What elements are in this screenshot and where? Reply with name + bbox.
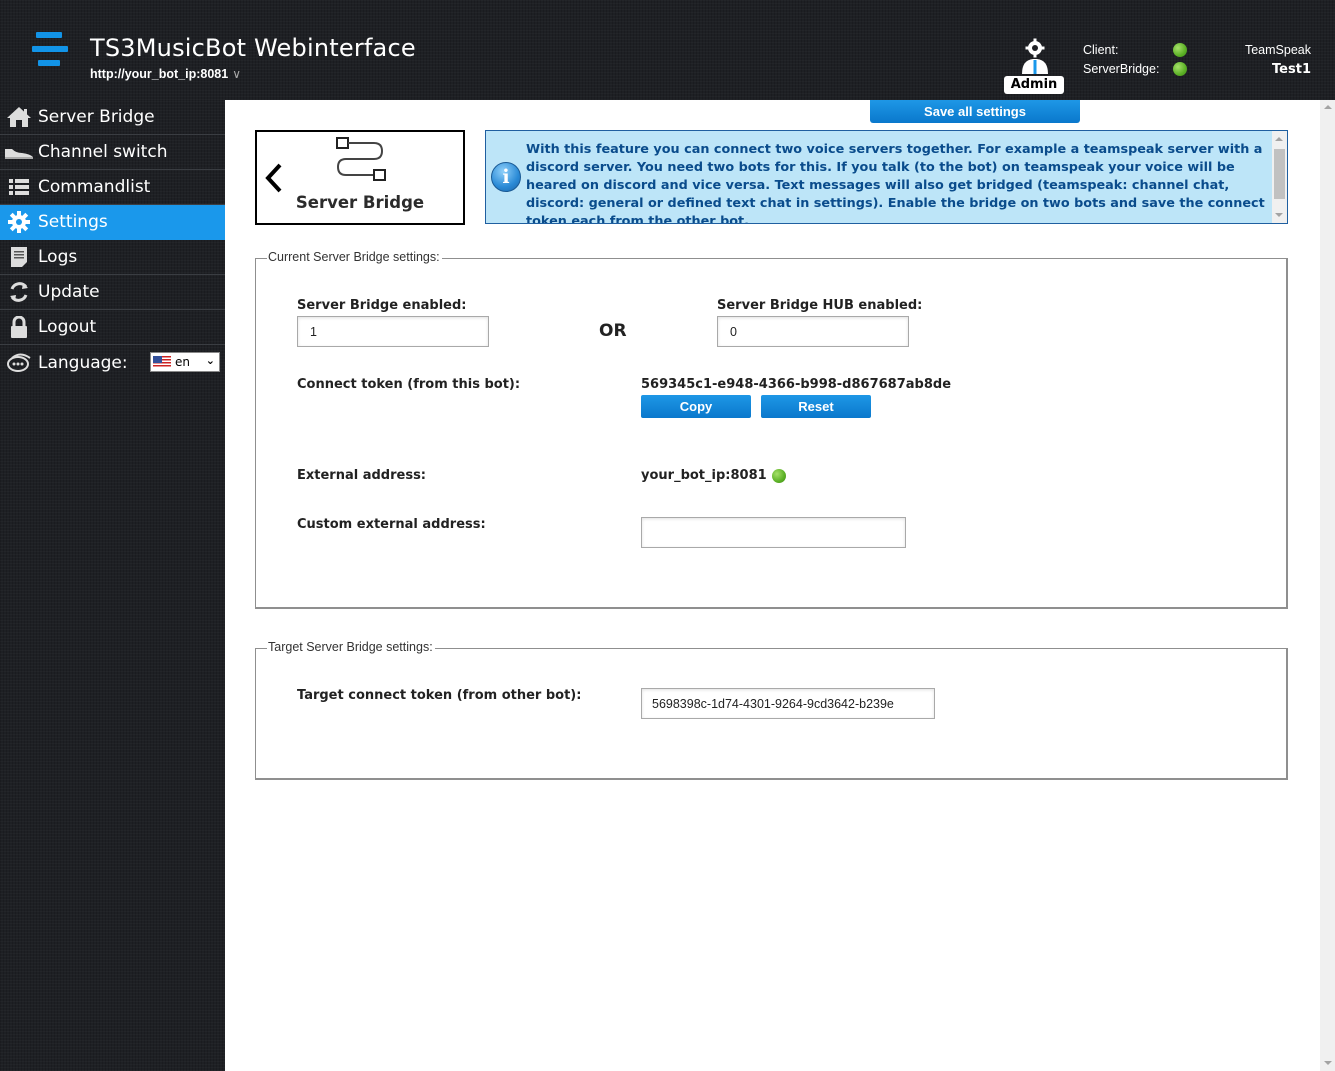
- target-token-input[interactable]: [641, 688, 935, 719]
- scroll-thumb[interactable]: [1274, 149, 1285, 199]
- chat-bubble-icon: [0, 345, 38, 380]
- info-scrollbar[interactable]: [1272, 131, 1287, 223]
- page-header-card: Server Bridge: [255, 130, 465, 225]
- external-address-value: your_bot_ip:8081: [641, 468, 767, 483]
- sidebar-item-logs[interactable]: Logs: [0, 240, 225, 275]
- sidebar-item-channel-switch[interactable]: Channel switch: [0, 135, 225, 170]
- hub-enabled-label: Server Bridge HUB enabled:: [717, 298, 923, 313]
- target-token-label: Target connect token (from other bot):: [297, 688, 582, 703]
- sidebar-item-label: Logout: [38, 317, 97, 337]
- header: TS3MusicBot Webinterface http://your_bot…: [0, 0, 1335, 100]
- sidebar: Server Bridge Channel switch Commandlist…: [0, 100, 225, 1071]
- bridge-enabled-input[interactable]: [297, 316, 489, 347]
- sidebar-item-label: Settings: [38, 212, 108, 232]
- current-settings-legend: Current Server Bridge settings:: [267, 250, 442, 264]
- scroll-down-arrow-icon[interactable]: [1275, 213, 1283, 217]
- admin-label: Admin: [1004, 76, 1064, 94]
- client-status-dot-icon: [1173, 43, 1187, 57]
- external-address-label: External address:: [297, 468, 427, 483]
- info-text: With this feature you can connect two vo…: [526, 142, 1265, 224]
- connect-token-label: Connect token (from this bot):: [297, 377, 521, 392]
- sidebar-item-label: Commandlist: [38, 177, 151, 197]
- platform-label: TeamSpeak: [1244, 43, 1311, 57]
- home-icon: [0, 100, 38, 135]
- serverbridge-status-dot-icon: [1173, 62, 1187, 76]
- sidebar-item-label: Server Bridge: [38, 107, 155, 127]
- admin-avatar-icon: [1022, 38, 1048, 74]
- sidebar-item-logout[interactable]: Logout: [0, 310, 225, 345]
- language-select[interactable]: en ⌄: [150, 352, 220, 372]
- client-status-label: Client:: [1083, 43, 1119, 57]
- bot-url-selector[interactable]: http://your_bot_ip:8081 ∨: [90, 67, 241, 81]
- admin-user[interactable]: Admin: [1004, 38, 1064, 96]
- sidebar-item-language: Language: en ⌄: [0, 345, 225, 380]
- refresh-icon: [0, 275, 38, 310]
- page-title: Server Bridge: [295, 193, 425, 212]
- document-icon: [0, 240, 38, 275]
- save-all-settings-button[interactable]: Save all settings: [870, 100, 1080, 123]
- or-label: OR: [599, 321, 627, 341]
- language-label: Language:: [38, 352, 128, 373]
- sidebar-item-update[interactable]: Update: [0, 275, 225, 310]
- server-name: Test1: [1272, 62, 1311, 77]
- sidebar-item-server-bridge[interactable]: Server Bridge: [0, 100, 225, 135]
- copy-token-button[interactable]: Copy: [641, 395, 751, 418]
- sidebar-item-label: Update: [38, 282, 100, 302]
- gear-icon: [0, 205, 38, 240]
- server-bridge-icon: [336, 137, 386, 181]
- custom-external-address-label: Custom external address:: [297, 517, 486, 532]
- connect-token-value: 569345c1-e948-4366-b998-d867687ab8de: [641, 377, 952, 392]
- external-address-status-icon: [772, 469, 786, 483]
- app-title: TS3MusicBot Webinterface: [90, 34, 416, 62]
- sidebar-item-commandlist[interactable]: Commandlist: [0, 170, 225, 205]
- sidebar-item-label: Logs: [38, 247, 78, 267]
- info-box: i With this feature you can connect two …: [485, 130, 1288, 224]
- chevron-down-icon: ∨: [232, 67, 242, 81]
- back-arrow-icon[interactable]: [263, 162, 285, 194]
- scroll-up-arrow-icon[interactable]: [1275, 137, 1283, 141]
- language-value: en: [175, 355, 190, 369]
- bridge-enabled-label: Server Bridge enabled:: [297, 298, 467, 313]
- serverbridge-status-label: ServerBridge:: [1083, 62, 1160, 76]
- bot-url: http://your_bot_ip:8081: [90, 67, 229, 81]
- page-scrollbar[interactable]: [1320, 100, 1335, 1071]
- scroll-down-arrow-icon[interactable]: [1324, 1061, 1332, 1065]
- us-flag-icon: [153, 356, 171, 368]
- menu-logo-icon[interactable]: [32, 32, 68, 68]
- list-icon: [0, 170, 38, 205]
- chevron-down-icon: ⌄: [205, 354, 215, 367]
- sneaker-icon: [0, 135, 38, 170]
- target-settings-legend: Target Server Bridge settings:: [267, 640, 435, 654]
- scroll-up-arrow-icon[interactable]: [1324, 105, 1332, 109]
- hub-enabled-input[interactable]: [717, 316, 909, 347]
- sidebar-item-settings[interactable]: Settings: [0, 205, 225, 240]
- info-icon: i: [491, 162, 521, 192]
- reset-token-button[interactable]: Reset: [761, 395, 871, 418]
- sidebar-item-label: Channel switch: [38, 142, 168, 162]
- custom-external-address-input[interactable]: [641, 517, 906, 548]
- lock-icon: [0, 310, 38, 345]
